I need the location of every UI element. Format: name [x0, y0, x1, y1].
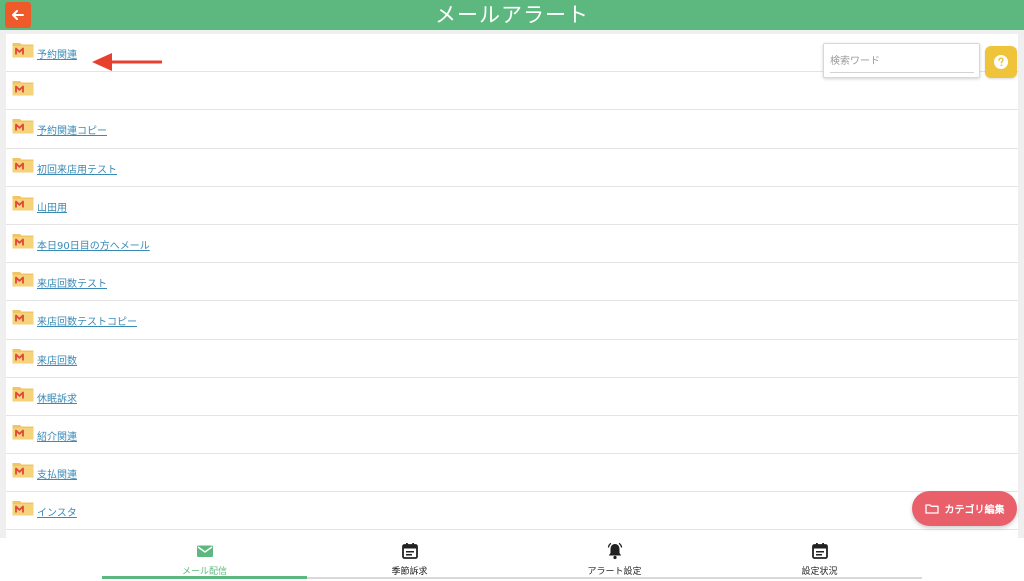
- mail-icon: [196, 545, 213, 557]
- list-item[interactable]: 来店回数テスト: [6, 263, 1018, 302]
- mail-folder-icon: [12, 119, 34, 134]
- list-item[interactable]: 休眠訴求: [6, 378, 1018, 416]
- tab-label: アラート設定: [587, 567, 642, 577]
- folder-icon: [924, 504, 939, 514]
- calendar-check-icon: [811, 543, 828, 559]
- mail-folder-icon: [12, 310, 34, 325]
- header-bar: メールアラート: [0, 0, 1024, 30]
- list-item[interactable]: 初回来店用テスト: [6, 149, 1018, 187]
- list-item[interactable]: 本日90日目の方へメール: [6, 225, 1018, 264]
- search-input[interactable]: [830, 51, 974, 73]
- category-link[interactable]: 休眠訴求: [37, 390, 77, 405]
- mail-folder-icon: [12, 424, 34, 440]
- category-link[interactable]: 紹介関連: [37, 428, 77, 443]
- mail-folder-icon: [12, 195, 34, 211]
- list-item[interactable]: 支払関連: [6, 454, 1018, 493]
- list-item[interactable]: 紹介関連: [6, 416, 1018, 455]
- bell-icon: [607, 542, 622, 560]
- mail-folder-icon: [12, 43, 34, 58]
- mail-folder-icon: [12, 81, 34, 96]
- tab-label: 季節訴求: [391, 567, 428, 577]
- list-item[interactable]: インスタ: [6, 492, 1018, 531]
- category-link[interactable]: 予約関連: [37, 46, 77, 61]
- calendar-icon: [401, 543, 418, 559]
- category-link[interactable]: 本日90日目の方へメール: [37, 237, 150, 252]
- mail-folder-icon: [12, 463, 34, 478]
- list-item[interactable]: 来店回数: [6, 340, 1018, 378]
- mail-folder-icon: [12, 348, 34, 364]
- category-link[interactable]: 山田用: [37, 199, 67, 214]
- category-edit-button[interactable]: カテゴリ編集: [912, 491, 1017, 526]
- category-link[interactable]: インスタ: [37, 504, 77, 519]
- tab-label: 設定状況: [801, 567, 838, 577]
- tab-mail-delivery[interactable]: メール配信: [102, 538, 307, 581]
- category-link[interactable]: 来店回数テストコピー: [37, 313, 137, 328]
- mail-folder-icon: [12, 272, 34, 287]
- mail-folder-icon: [12, 386, 34, 402]
- category-link[interactable]: 初回来店用テスト: [37, 161, 117, 176]
- category-link[interactable]: 支払関連: [37, 466, 77, 481]
- tab-settings-status[interactable]: 設定状況: [717, 538, 922, 581]
- red-arrow-icon: [92, 53, 162, 71]
- search-box: [823, 43, 980, 78]
- tab-seasonal[interactable]: 季節訴求: [307, 538, 512, 581]
- help-button[interactable]: [985, 46, 1017, 78]
- category-link[interactable]: 来店回数: [37, 352, 77, 367]
- mail-folder-icon: [12, 234, 34, 249]
- mail-folder-icon: [12, 501, 34, 516]
- tab-alert-settings[interactable]: アラート設定: [512, 538, 717, 581]
- page-title: メールアラート: [435, 3, 589, 27]
- list-item[interactable]: 来店回数テストコピー: [6, 301, 1018, 340]
- nav-active-indicator: [102, 576, 307, 579]
- category-edit-label: カテゴリ編集: [944, 505, 1005, 516]
- category-list: 予約関連予約関連コピー 初回来店用テスト 山田用本日90日目の方へメール 来店回数テス…: [6, 34, 1018, 531]
- list-item[interactable]: 予約関連コピー: [6, 110, 1018, 149]
- category-link[interactable]: 来店回数テスト: [37, 275, 107, 290]
- category-list-panel: 予約関連予約関連コピー 初回来店用テスト 山田用本日90日目の方へメール 来店回数テス…: [6, 34, 1018, 538]
- category-link[interactable]: 予約関連コピー: [37, 122, 107, 137]
- mail-folder-icon: [12, 157, 34, 173]
- list-item[interactable]: 山田用: [6, 187, 1018, 225]
- question-icon: [994, 55, 1008, 69]
- bottom-nav: メール配信 季節訴求 アラート設定 設定状況: [0, 538, 1024, 581]
